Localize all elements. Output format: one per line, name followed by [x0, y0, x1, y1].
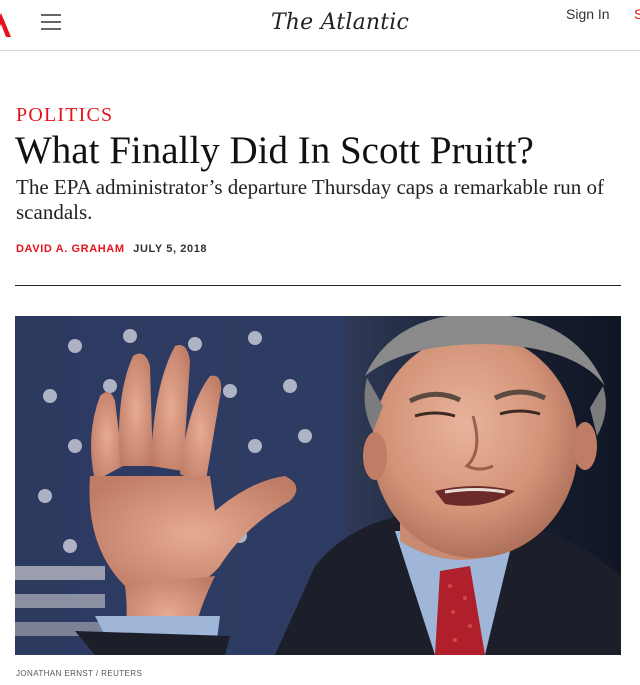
publish-date: JULY 5, 2018: [133, 243, 208, 255]
subscribe-link[interactable]: S: [634, 6, 640, 22]
article-dek: The EPA administrator’s departure Thursd…: [16, 175, 605, 224]
photo-credit: JONATHAN ERNST / REUTERS: [16, 669, 143, 678]
photo-illustration: [15, 316, 621, 655]
byline: DAVID A. GRAHAM JULY 5, 2018: [16, 243, 207, 255]
author-link[interactable]: DAVID A. GRAHAM: [16, 243, 125, 255]
lead-photo: [15, 316, 621, 655]
divider: [15, 285, 621, 286]
article-headline: What Finally Did In Scott Pruitt?: [15, 129, 534, 172]
site-wordmark[interactable]: The Atlantic: [0, 10, 640, 35]
site-header: The Atlantic Sign In S: [0, 0, 640, 51]
article-page: The Atlantic Sign In S POLITICS What Fin…: [0, 0, 640, 685]
section-label[interactable]: POLITICS: [16, 104, 113, 127]
sign-in-link[interactable]: Sign In: [566, 6, 610, 22]
